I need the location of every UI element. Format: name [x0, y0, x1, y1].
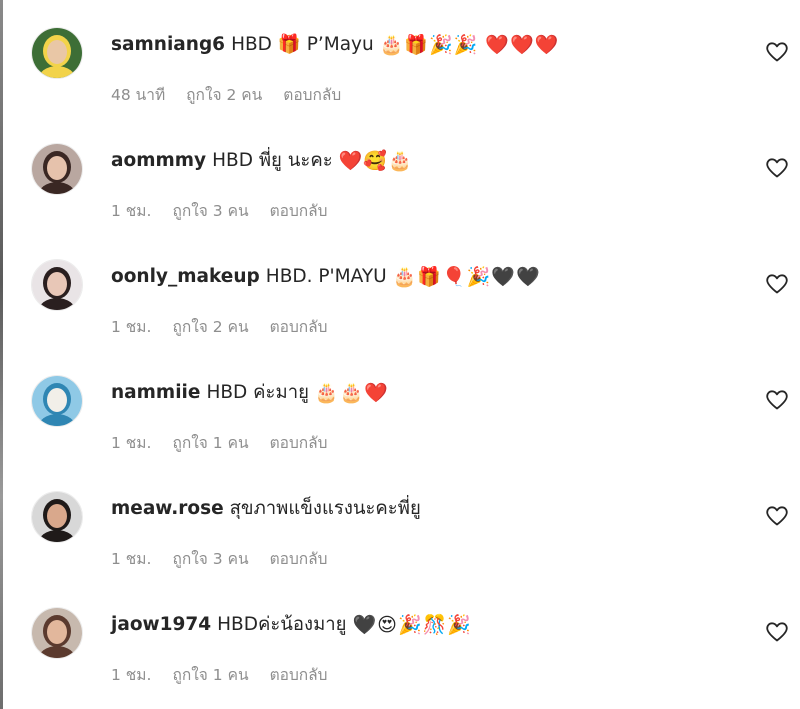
comment-list: samniang6 HBD 🎁 P’Mayu 🎂🎁🎉🎉 ❤️❤️❤️ 48 นา…	[0, 0, 800, 696]
comment-text: HBD พี่ยู นะคะ	[212, 149, 333, 171]
heart-outline-icon	[766, 42, 788, 62]
comment-emojis: ❤️🥰🎂	[338, 149, 413, 172]
comment-username[interactable]: samniang6	[111, 34, 225, 55]
comment-emojis: 🎂🎁🎈🎉🖤🖤	[392, 265, 541, 288]
comment-time[interactable]: 1 ชม.	[111, 314, 151, 339]
reply-button[interactable]: ตอบกลับ	[283, 82, 341, 107]
heart-outline-icon	[766, 506, 788, 526]
avatar[interactable]	[31, 491, 83, 543]
comment-line: aommmy HBD พี่ยู นะคะ ❤️🥰🎂	[111, 146, 720, 174]
comment-item: jaow1974 HBDค่ะน้องมายู 🖤😍🎉🎊🎉 1 ชม. ถูกใ…	[0, 580, 800, 696]
comment-likes[interactable]: ถูกใจ 2 คน	[172, 314, 248, 339]
comment-text: HBD. P'MAYU	[265, 265, 387, 287]
comment-username[interactable]: meaw.rose	[111, 498, 224, 519]
comment-text: HBD 🎁 P’Mayu	[231, 34, 374, 55]
comment-meta: 1 ชม. ถูกใจ 3 คน ตอบกลับ	[111, 200, 328, 220]
avatar[interactable]	[31, 259, 83, 311]
avatar[interactable]	[31, 27, 83, 79]
reply-button[interactable]: ตอบกลับ	[270, 662, 328, 687]
avatar[interactable]	[31, 375, 83, 427]
comment-time[interactable]: 1 ชม.	[111, 546, 151, 571]
comment-time[interactable]: 1 ชม.	[111, 662, 151, 687]
reply-button[interactable]: ตอบกลับ	[270, 198, 328, 223]
comment-line: nammiie HBD ค่ะมายู 🎂🎂❤️	[111, 378, 720, 406]
like-button[interactable]	[764, 272, 790, 296]
heart-outline-icon	[766, 274, 788, 294]
comment-item: meaw.rose สุขภาพแข็งแรงนะคะพี่ยู 1 ชม. ถ…	[0, 464, 800, 580]
avatar[interactable]	[31, 143, 83, 195]
like-button[interactable]	[764, 504, 790, 528]
comment-username[interactable]: nammiie	[111, 382, 200, 403]
comment-text: สุขภาพแข็งแรงนะคะพี่ยู	[229, 497, 421, 519]
comment-emojis: 🖤😍🎉🎊🎉	[352, 613, 472, 636]
comment-item: aommmy HBD พี่ยู นะคะ ❤️🥰🎂 1 ชม. ถูกใจ 3…	[0, 116, 800, 232]
like-button[interactable]	[764, 388, 790, 412]
comment-likes[interactable]: ถูกใจ 3 คน	[172, 198, 248, 223]
comment-username[interactable]: aommmy	[111, 150, 206, 171]
like-button[interactable]	[764, 620, 790, 644]
comment-meta: 48 นาที ถูกใจ 2 คน ตอบกลับ	[111, 84, 341, 104]
reply-button[interactable]: ตอบกลับ	[270, 546, 328, 571]
comment-meta: 1 ชม. ถูกใจ 2 คน ตอบกลับ	[111, 316, 328, 336]
comment-likes[interactable]: ถูกใจ 3 คน	[172, 546, 248, 571]
comment-item: nammiie HBD ค่ะมายู 🎂🎂❤️ 1 ชม. ถูกใจ 1 ค…	[0, 348, 800, 464]
reply-button[interactable]: ตอบกลับ	[270, 314, 328, 339]
heart-outline-icon	[766, 622, 788, 642]
comment-meta: 1 ชม. ถูกใจ 1 คน ตอบกลับ	[111, 664, 328, 684]
comment-meta: 1 ชม. ถูกใจ 3 คน ตอบกลับ	[111, 548, 328, 568]
avatar[interactable]	[31, 607, 83, 659]
comment-line: meaw.rose สุขภาพแข็งแรงนะคะพี่ยู	[111, 494, 720, 522]
comment-text: HBD ค่ะมายู	[206, 381, 309, 403]
comment-emojis: 🎂🎁🎉🎉 ❤️❤️❤️	[379, 33, 560, 56]
comment-line: oonly_makeup HBD. P'MAYU 🎂🎁🎈🎉🖤🖤	[111, 262, 720, 290]
comment-item: samniang6 HBD 🎁 P’Mayu 🎂🎁🎉🎉 ❤️❤️❤️ 48 นา…	[0, 0, 800, 116]
comment-likes[interactable]: ถูกใจ 1 คน	[172, 662, 248, 687]
comment-likes[interactable]: ถูกใจ 2 คน	[186, 82, 262, 107]
comment-line: jaow1974 HBDค่ะน้องมายู 🖤😍🎉🎊🎉	[111, 610, 720, 638]
comment-username[interactable]: jaow1974	[111, 614, 211, 635]
comment-emojis: 🎂🎂❤️	[314, 381, 389, 404]
comment-line: samniang6 HBD 🎁 P’Mayu 🎂🎁🎉🎉 ❤️❤️❤️	[111, 30, 720, 58]
like-button[interactable]	[764, 156, 790, 180]
comment-time[interactable]: 48 นาที	[111, 82, 165, 107]
comment-text: HBDค่ะน้องมายู	[217, 613, 347, 635]
comment-time[interactable]: 1 ชม.	[111, 430, 151, 455]
comment-likes[interactable]: ถูกใจ 1 คน	[172, 430, 248, 455]
comment-username[interactable]: oonly_makeup	[111, 266, 260, 287]
heart-outline-icon	[766, 158, 788, 178]
comment-meta: 1 ชม. ถูกใจ 1 คน ตอบกลับ	[111, 432, 328, 452]
comment-time[interactable]: 1 ชม.	[111, 198, 151, 223]
comment-item: oonly_makeup HBD. P'MAYU 🎂🎁🎈🎉🖤🖤 1 ชม. ถู…	[0, 232, 800, 348]
reply-button[interactable]: ตอบกลับ	[270, 430, 328, 455]
like-button[interactable]	[764, 40, 790, 64]
heart-outline-icon	[766, 390, 788, 410]
